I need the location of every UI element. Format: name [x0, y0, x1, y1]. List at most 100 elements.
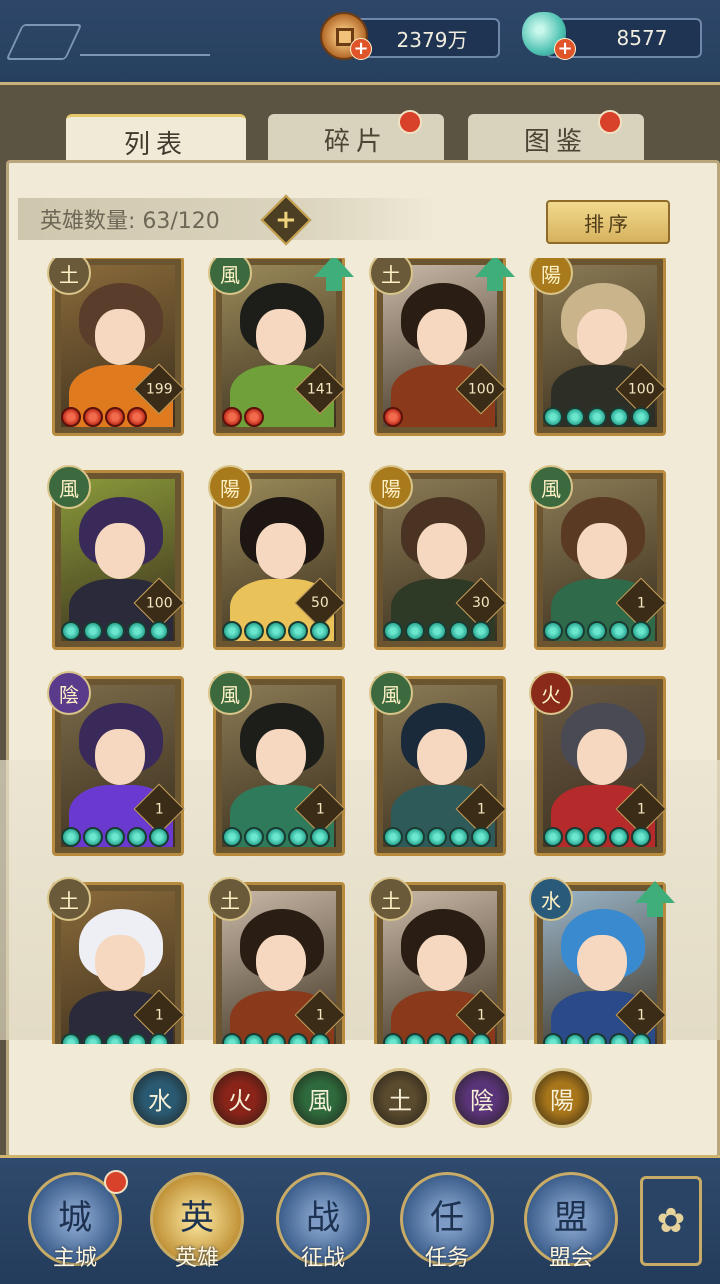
- deco-line: [80, 54, 210, 56]
- faction-badge: 陰: [47, 671, 91, 715]
- star-pip-icon: [149, 1033, 169, 1044]
- nav-icon: 英: [180, 1198, 214, 1238]
- star-pip-icon: [149, 621, 169, 641]
- shells-value: 8577: [616, 26, 668, 50]
- faction-badge: 陽: [369, 465, 413, 509]
- star-pip-icon: [105, 827, 125, 847]
- hero-card[interactable]: 土1: [208, 877, 346, 1044]
- faction-badge: 土: [208, 877, 252, 921]
- faction-badge: 風: [369, 671, 413, 715]
- level-value: 100: [627, 380, 655, 397]
- star-pip-icon: [631, 827, 651, 847]
- hero-card[interactable]: 土 199: [47, 258, 185, 436]
- nav-label: 任务: [424, 1246, 469, 1271]
- add-shells-button[interactable]: +: [554, 38, 576, 60]
- faction-badge: 土: [369, 877, 413, 921]
- star-pip-icon: [105, 407, 125, 427]
- star-pips: [543, 827, 651, 847]
- hero-card[interactable]: 水1: [529, 877, 675, 1044]
- tab-codex-label: 图鉴: [523, 126, 588, 157]
- star-pip-icon: [222, 827, 242, 847]
- hero-card[interactable]: 陰1: [47, 671, 185, 856]
- star-pip-icon: [587, 1033, 607, 1044]
- star-pip-icon: [427, 827, 447, 847]
- level-value: 1: [315, 1006, 325, 1023]
- add-coins-button[interactable]: +: [350, 38, 372, 60]
- tab-list-label: 列表: [123, 129, 188, 160]
- hero-card[interactable]: 火1: [529, 671, 667, 856]
- hero-count: 英雄数量: 63/120: [18, 198, 438, 240]
- star-pip-icon: [266, 621, 286, 641]
- star-pip-icon: [83, 827, 103, 847]
- level-value: 1: [636, 1006, 646, 1023]
- tab-fragments-label: 碎片: [323, 126, 388, 157]
- faction-badge: 風: [47, 465, 91, 509]
- hero-card[interactable]: 陽 100: [529, 258, 667, 436]
- nav-label: 盟会: [548, 1246, 593, 1271]
- star-pip-icon: [222, 1033, 242, 1044]
- hero-card[interactable]: 土 100: [369, 258, 515, 436]
- star-pip-icon: [609, 827, 629, 847]
- faction-filter-button[interactable]: 風: [290, 1068, 350, 1128]
- star-pip-icon: [310, 827, 330, 847]
- star-pip-icon: [61, 1033, 81, 1044]
- hero-card[interactable]: 土1: [47, 877, 185, 1044]
- star-pip-icon: [471, 827, 491, 847]
- star-pip-icon: [244, 621, 264, 641]
- faction-filter-button[interactable]: 土: [370, 1068, 430, 1128]
- star-pip-icon: [105, 1033, 125, 1044]
- star-pip-icon: [244, 1033, 264, 1044]
- hero-card[interactable]: 風1: [529, 465, 667, 650]
- star-pip-icon: [587, 621, 607, 641]
- hero-card[interactable]: 風1: [208, 671, 346, 856]
- sort-button[interactable]: 排序: [546, 200, 670, 244]
- faction-badge: 水: [529, 877, 573, 921]
- star-pip-icon: [565, 827, 585, 847]
- star-pip-icon: [310, 1033, 330, 1044]
- star-pip-icon: [405, 827, 425, 847]
- star-pip-icon: [631, 1033, 651, 1044]
- faction-filter-button[interactable]: 陽: [532, 1068, 592, 1128]
- star-pip-icon: [427, 1033, 447, 1044]
- coins-value: 2379万: [396, 27, 468, 52]
- star-pip-icon: [565, 621, 585, 641]
- star-pip-icon: [565, 1033, 585, 1044]
- star-pip-icon: [471, 621, 491, 641]
- nav-label: 主城: [52, 1246, 97, 1271]
- star-pip-icon: [543, 1033, 563, 1044]
- star-pips: [543, 621, 651, 641]
- star-pip-icon: [543, 407, 563, 427]
- star-pips: [543, 1033, 651, 1044]
- star-pip-icon: [587, 827, 607, 847]
- more-menu-button[interactable]: ✿: [640, 1176, 702, 1266]
- faction-badge: 風: [208, 671, 252, 715]
- tab-fragments[interactable]: 碎片: [268, 110, 444, 164]
- hero-grid: 土 199 風 141 土 100 陽 100 風 100 陽 50 陽 30 風 1 陰 1 風 1 風 1 火 1 土 1 土 1…: [0, 258, 720, 1044]
- star-pip-icon: [288, 1033, 308, 1044]
- star-pip-icon: [405, 621, 425, 641]
- star-pip-icon: [631, 407, 651, 427]
- tab-codex[interactable]: 图鉴: [468, 110, 644, 164]
- level-value: 30: [472, 594, 490, 611]
- star-pip-icon: [310, 621, 330, 641]
- notification-dot: [598, 110, 622, 134]
- hero-card[interactable]: 風 141: [208, 258, 354, 436]
- faction-filter-button[interactable]: 火: [210, 1068, 270, 1128]
- hero-card[interactable]: 土1: [369, 877, 507, 1044]
- star-pip-icon: [383, 827, 403, 847]
- hero-card[interactable]: 風1: [369, 671, 507, 856]
- hero-card[interactable]: 陽 30: [369, 465, 507, 650]
- nav-label: 英雄: [174, 1246, 219, 1271]
- faction-filter-button[interactable]: 水: [130, 1068, 190, 1128]
- level-value: 100: [145, 594, 173, 611]
- menu-deco-icon[interactable]: [5, 24, 83, 60]
- hero-card[interactable]: 風 100: [47, 465, 185, 650]
- star-pip-icon: [127, 621, 147, 641]
- star-pip-icon: [222, 407, 242, 427]
- star-pip-icon: [383, 407, 403, 427]
- star-pip-icon: [543, 827, 563, 847]
- star-pips: [61, 621, 169, 641]
- hero-card[interactable]: 陽 50: [208, 465, 346, 650]
- star-pips: [383, 621, 491, 641]
- faction-filter-button[interactable]: 陰: [452, 1068, 512, 1128]
